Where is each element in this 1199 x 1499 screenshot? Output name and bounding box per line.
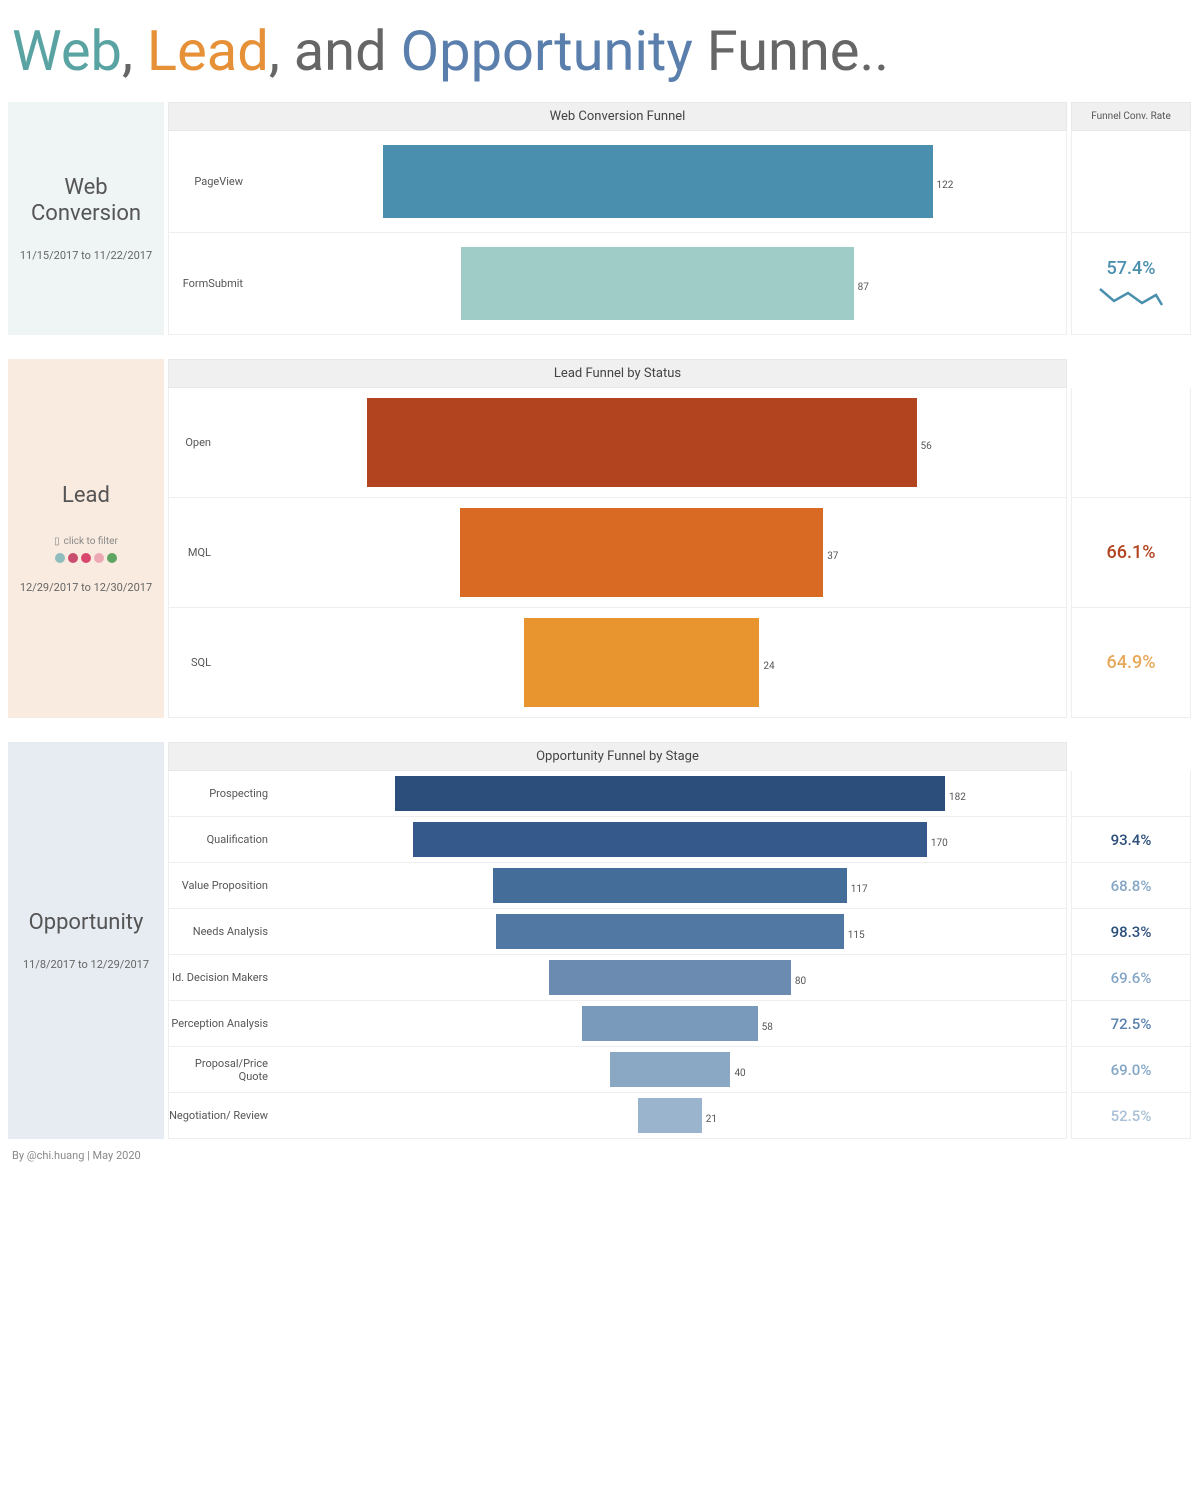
title-lead: Lead (147, 18, 269, 84)
bar-row[interactable]: Perception Analysis 58 (168, 1001, 1067, 1047)
bar-value: 182 (949, 792, 966, 803)
web-chart-title: Web Conversion Funnel (168, 102, 1067, 131)
filter-dot[interactable] (55, 553, 65, 563)
bar-row[interactable]: FormSubmit 87 (168, 233, 1067, 335)
filter-dot[interactable] (94, 553, 104, 563)
opp-rate-col: . 93.4%68.8%98.3%69.6%72.5%69.0%52.5% (1071, 742, 1191, 1139)
bar (524, 618, 760, 707)
web-panel: Web Conversion 11/15/2017 to 11/22/2017 … (8, 102, 1191, 335)
bar-value: 115 (848, 930, 865, 941)
bar (610, 1052, 731, 1087)
lead-panel: Lead ▯ click to filter 12/29/2017 to 12/… (8, 359, 1191, 718)
bar-row[interactable]: Proposal/Price Quote 40 (168, 1047, 1067, 1093)
bar-row[interactable]: Needs Analysis 115 (168, 909, 1067, 955)
bar-label: FormSubmit (169, 277, 249, 290)
lead-filter-dots[interactable] (55, 553, 117, 563)
bar-label: SQL (169, 656, 217, 669)
rate-value: 68.8% (1071, 863, 1191, 909)
bar-label: Open (169, 436, 217, 449)
bar-value: 58 (762, 1022, 773, 1033)
bar-label: Proposal/Price Quote (169, 1057, 274, 1083)
rate-header: Funnel Conv. Rate (1071, 102, 1191, 131)
bar-value: 117 (851, 884, 868, 895)
bar-value: 24 (763, 661, 774, 672)
bar-label: Qualification (169, 833, 274, 846)
bar-value: 37 (827, 551, 838, 562)
bar (461, 247, 853, 320)
bar (413, 822, 927, 857)
bar (395, 776, 945, 811)
opp-chart: Opportunity Funnel by Stage Prospecting 1… (168, 742, 1067, 1139)
bar-row[interactable]: SQL 24 (168, 608, 1067, 718)
bar-row[interactable]: Id. Decision Makers 80 (168, 955, 1067, 1001)
rate-value: 57.4% (1071, 233, 1191, 335)
bar-value: 40 (734, 1068, 745, 1079)
filter-dot[interactable] (68, 553, 78, 563)
bar (367, 398, 917, 487)
web-chart: Web Conversion Funnel PageView 122 FormSub… (168, 102, 1067, 335)
bar-value: 56 (921, 441, 932, 452)
opp-sidebar-title: Opportunity (29, 910, 144, 936)
bar-row[interactable]: Value Proposition 117 (168, 863, 1067, 909)
bar-row[interactable]: Prospecting 182 (168, 771, 1067, 817)
bar-value: 87 (858, 282, 869, 293)
rate-value: 64.9% (1071, 608, 1191, 718)
filter-dot[interactable] (107, 553, 117, 563)
bar-label: PageView (169, 175, 249, 188)
bar (493, 868, 847, 903)
bar-value: 122 (937, 180, 954, 191)
lead-sidebar-date: 12/29/2017 to 12/30/2017 (20, 581, 152, 594)
lead-sidebar: Lead ▯ click to filter 12/29/2017 to 12/… (8, 359, 164, 718)
filter-dot[interactable] (81, 553, 91, 563)
bar-label: Perception Analysis (169, 1017, 274, 1030)
web-sidebar-title: Web Conversion (14, 175, 158, 228)
bar-label: Prospecting (169, 787, 274, 800)
footer-credit: By @chi.huang | May 2020 (8, 1145, 1191, 1166)
opp-sidebar-date: 11/8/2017 to 12/29/2017 (23, 958, 149, 971)
bar-row[interactable]: PageView 122 (168, 131, 1067, 233)
bar (549, 960, 791, 995)
lead-rate-col: . 66.1%64.9% (1071, 359, 1191, 718)
lead-sidebar-title: Lead (62, 483, 110, 509)
bar (582, 1006, 757, 1041)
lead-filter-note[interactable]: ▯ click to filter (54, 536, 118, 547)
bar-label: Negotiation/ Review (169, 1109, 274, 1122)
bar-label: Value Proposition (169, 879, 274, 892)
opp-chart-title: Opportunity Funnel by Stage (168, 742, 1067, 771)
bar (460, 508, 823, 597)
filter-icon: ▯ (54, 536, 60, 547)
bar-row[interactable]: Qualification 170 (168, 817, 1067, 863)
bar-row[interactable]: Negotiation/ Review 21 (168, 1093, 1067, 1139)
bar (383, 145, 933, 218)
title-opportunity: Opportunity (401, 18, 693, 84)
bar-label: MQL (169, 546, 217, 559)
rate-value: 69.0% (1071, 1047, 1191, 1093)
rate-value: 52.5% (1071, 1093, 1191, 1139)
bar-value: 170 (931, 838, 948, 849)
bar-value: 21 (706, 1114, 717, 1125)
web-sidebar: Web Conversion 11/15/2017 to 11/22/2017 (8, 102, 164, 335)
bar-row[interactable]: Open 56 (168, 388, 1067, 498)
lead-chart-title: Lead Funnel by Status (168, 359, 1067, 388)
web-sidebar-date: 11/15/2017 to 11/22/2017 (20, 249, 152, 262)
bar (496, 914, 844, 949)
page-title: Web, Lead, and Opportunity Funne.. (8, 8, 1191, 102)
sparkline-icon (1098, 285, 1164, 309)
bar-label: Id. Decision Makers (169, 971, 274, 984)
lead-chart: Lead Funnel by Status Open 56 MQL 37 SQL 24 (168, 359, 1067, 718)
opp-sidebar: Opportunity 11/8/2017 to 12/29/2017 (8, 742, 164, 1139)
rate-value: 98.3% (1071, 909, 1191, 955)
rate-value: 66.1% (1071, 498, 1191, 608)
bar-row[interactable]: MQL 37 (168, 498, 1067, 608)
web-rate-col: Funnel Conv. Rate 57.4% (1071, 102, 1191, 335)
rate-value: 69.6% (1071, 955, 1191, 1001)
bar-value: 80 (795, 976, 806, 987)
opp-panel: Opportunity 11/8/2017 to 12/29/2017 Oppo… (8, 742, 1191, 1139)
title-web: Web (12, 18, 122, 84)
rate-value: 93.4% (1071, 817, 1191, 863)
rate-value: 72.5% (1071, 1001, 1191, 1047)
bar-label: Needs Analysis (169, 925, 274, 938)
bar (638, 1098, 701, 1133)
